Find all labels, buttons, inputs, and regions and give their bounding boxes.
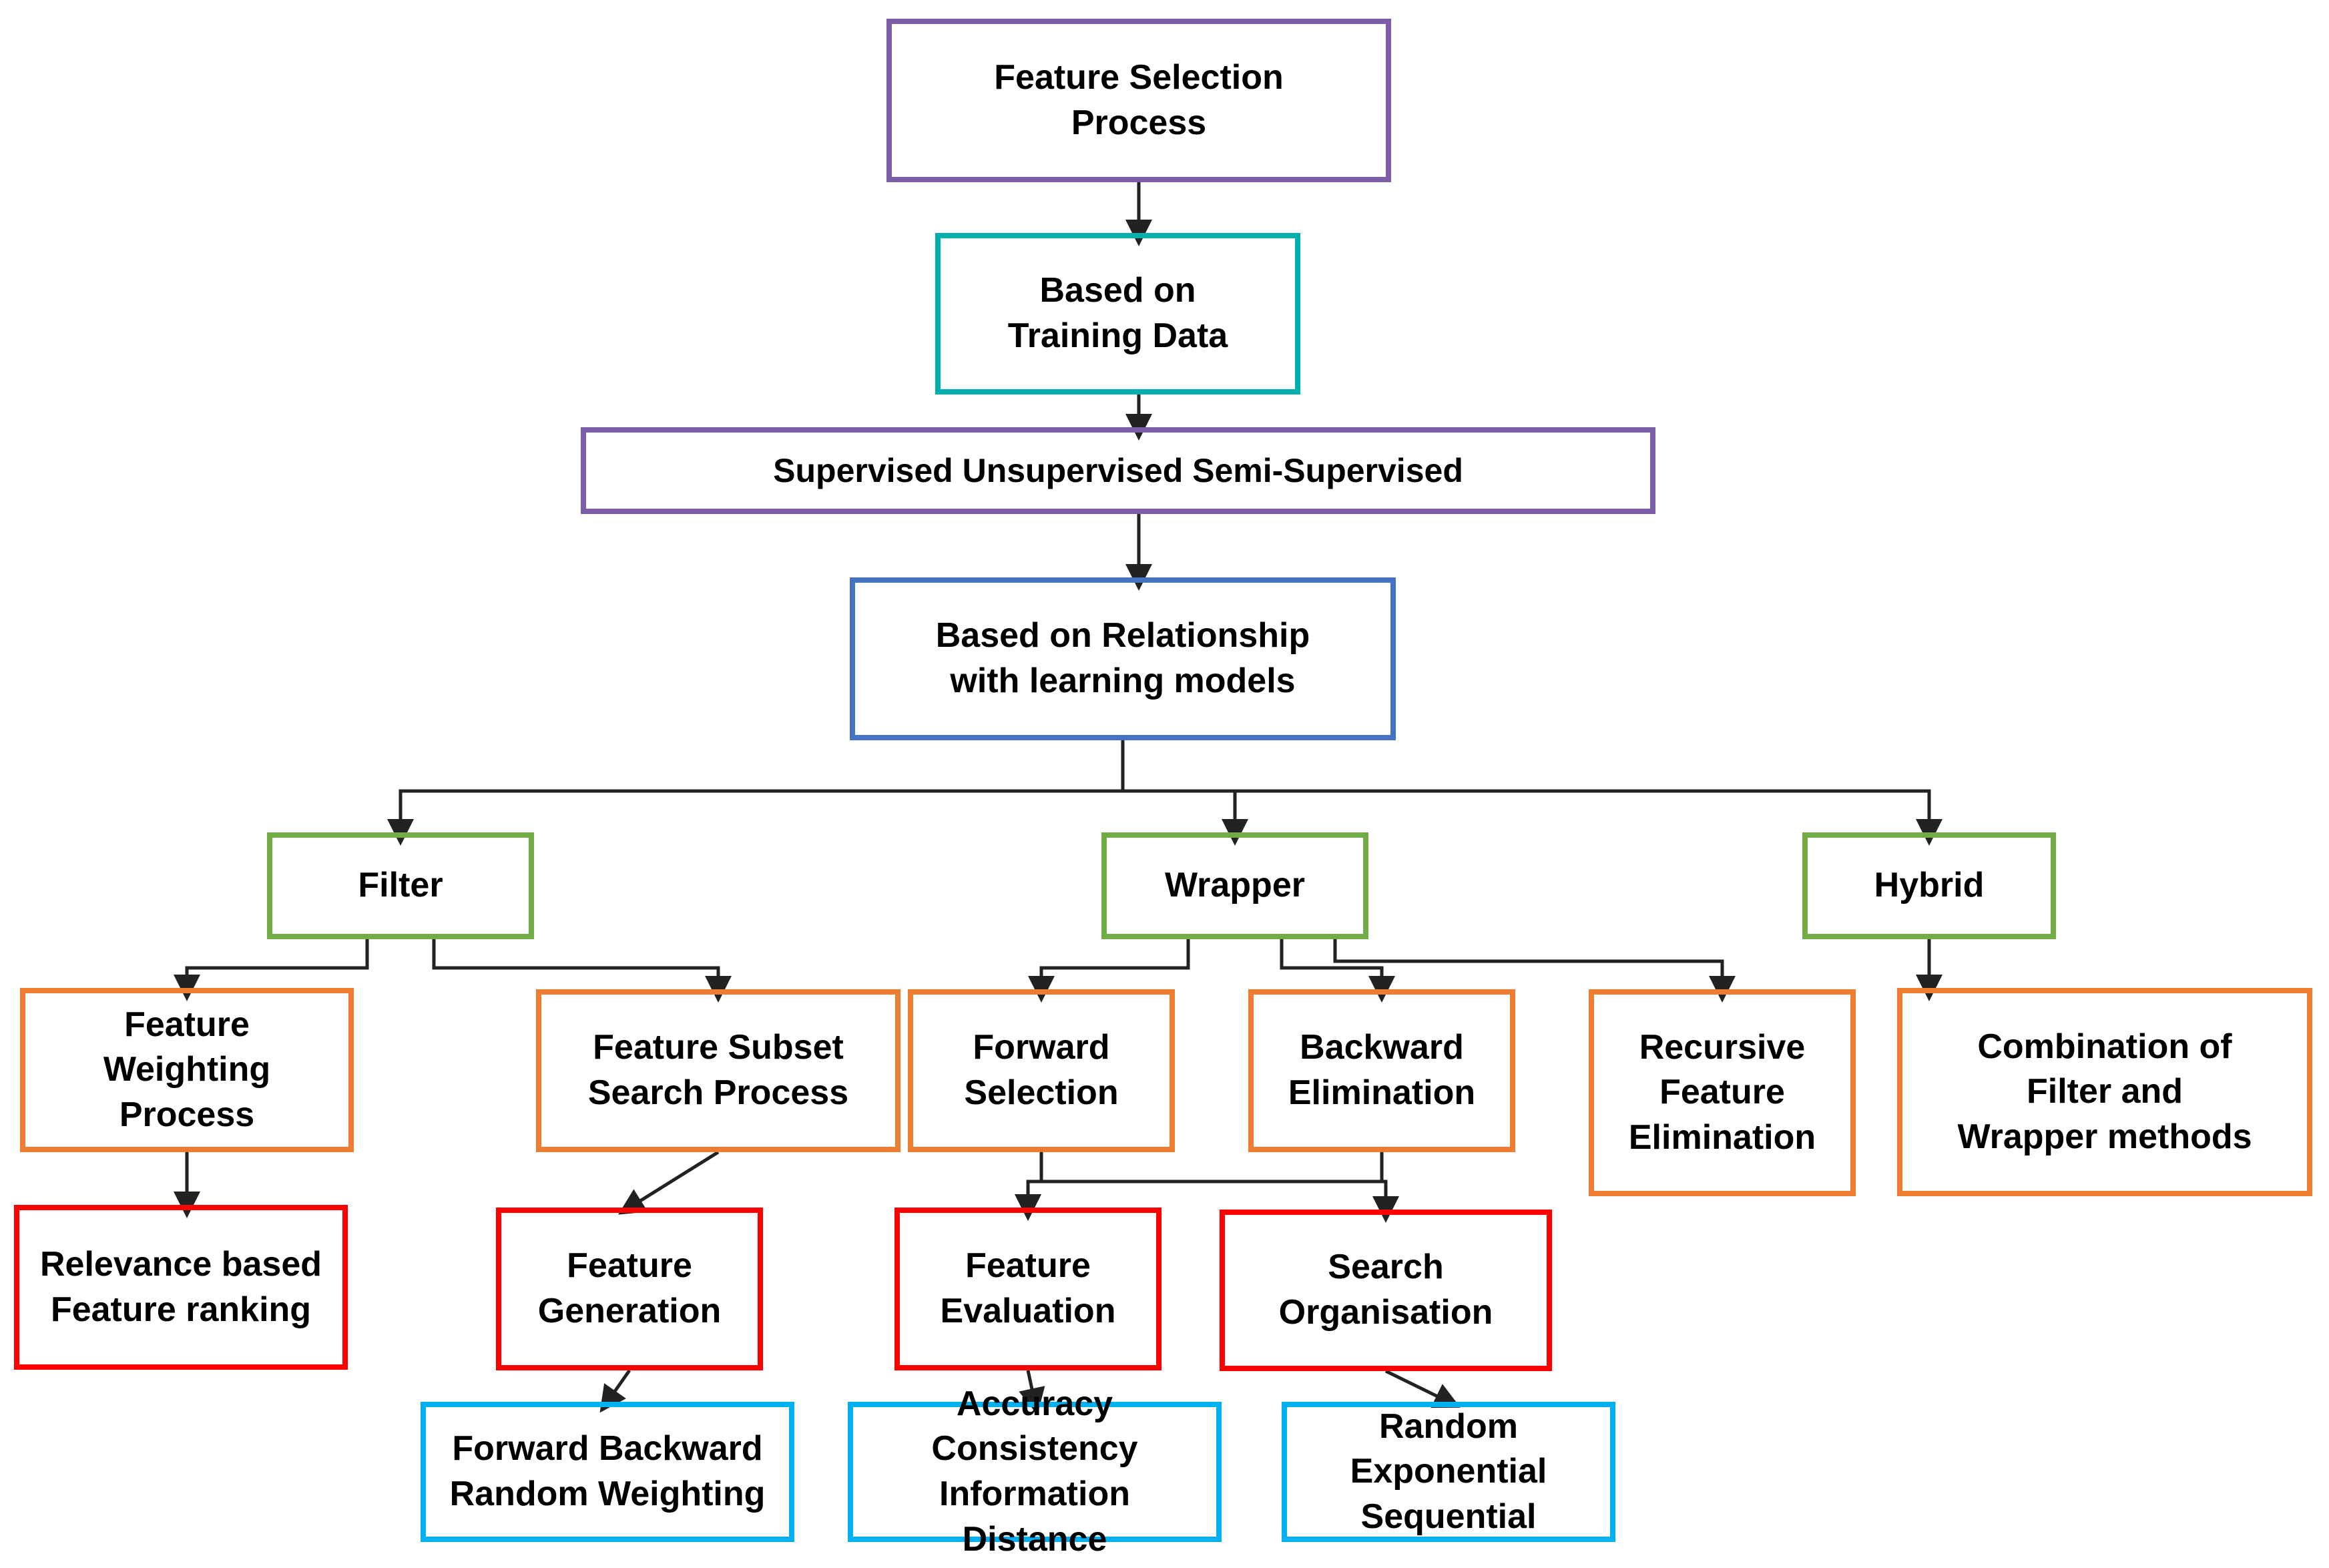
node-forward-selection: Forward Selection	[908, 989, 1175, 1152]
node-supervised-group-label: Supervised Unsupervised Semi-Supervised	[773, 449, 1463, 493]
node-wrapper: Wrapper	[1101, 832, 1368, 939]
node-forward-backward: Forward Backward Random Weighting	[421, 1402, 794, 1542]
node-feature-subset: Feature Subset Search Process	[536, 989, 900, 1152]
node-filter: Filter	[267, 832, 534, 939]
node-random-exponential-label: Random Exponential Sequential	[1307, 1404, 1590, 1540]
node-backward-elimination-label: Backward Elimination	[1288, 1025, 1475, 1115]
node-feature-generation: Feature Generation	[496, 1208, 763, 1370]
node-supervised-group: Supervised Unsupervised Semi-Supervised	[581, 427, 1655, 514]
node-wrapper-label: Wrapper	[1165, 863, 1305, 908]
node-feature-selection: Feature Selection Process	[886, 19, 1391, 182]
node-feature-evaluation: Feature Evaluation	[894, 1208, 1161, 1370]
node-forward-selection-label: Forward Selection	[964, 1025, 1118, 1115]
node-based-on-relationship: Based on Relationship with learning mode…	[850, 577, 1396, 740]
node-relevance-ranking-label: Relevance based Feature ranking	[40, 1242, 322, 1332]
node-combination: Combination of Filter and Wrapper method…	[1897, 988, 2312, 1196]
node-accuracy-consistency: Accuracy Consistency Information Distanc…	[848, 1402, 1222, 1542]
node-based-on-relationship-label: Based on Relationship with learning mode…	[936, 613, 1310, 704]
node-search-organisation: Search Organisation	[1220, 1210, 1552, 1371]
node-backward-elimination: Backward Elimination	[1248, 989, 1515, 1152]
node-relevance-ranking: Relevance based Feature ranking	[14, 1205, 348, 1370]
diagram: Feature Selection Process Based on Train…	[0, 0, 2329, 1568]
node-hybrid-label: Hybrid	[1874, 863, 1985, 908]
node-feature-weighting-label: Feature Weighting Process	[45, 1003, 328, 1138]
node-combination-label: Combination of Filter and Wrapper method…	[1957, 1025, 2252, 1160]
node-filter-label: Filter	[358, 863, 443, 908]
node-feature-weighting: Feature Weighting Process	[20, 988, 354, 1152]
node-recursive-feature-label: Recursive Feature Elimination	[1629, 1025, 1816, 1161]
node-feature-subset-label: Feature Subset Search Process	[588, 1025, 848, 1115]
node-feature-selection-label: Feature Selection Process	[994, 55, 1283, 146]
node-recursive-feature: Recursive Feature Elimination	[1589, 989, 1856, 1196]
node-random-exponential: Random Exponential Sequential	[1282, 1402, 1615, 1542]
node-hybrid: Hybrid	[1802, 832, 2056, 939]
node-feature-evaluation-label: Feature Evaluation	[941, 1244, 1116, 1334]
node-based-on-training-label: Based on Training Data	[1008, 268, 1228, 358]
node-based-on-training: Based on Training Data	[935, 233, 1300, 395]
node-search-organisation-label: Search Organisation	[1279, 1245, 1493, 1335]
node-accuracy-consistency-label: Accuracy Consistency Information Distanc…	[873, 1382, 1196, 1562]
node-forward-backward-label: Forward Backward Random Weighting	[450, 1426, 766, 1517]
node-feature-generation-label: Feature Generation	[538, 1244, 722, 1334]
